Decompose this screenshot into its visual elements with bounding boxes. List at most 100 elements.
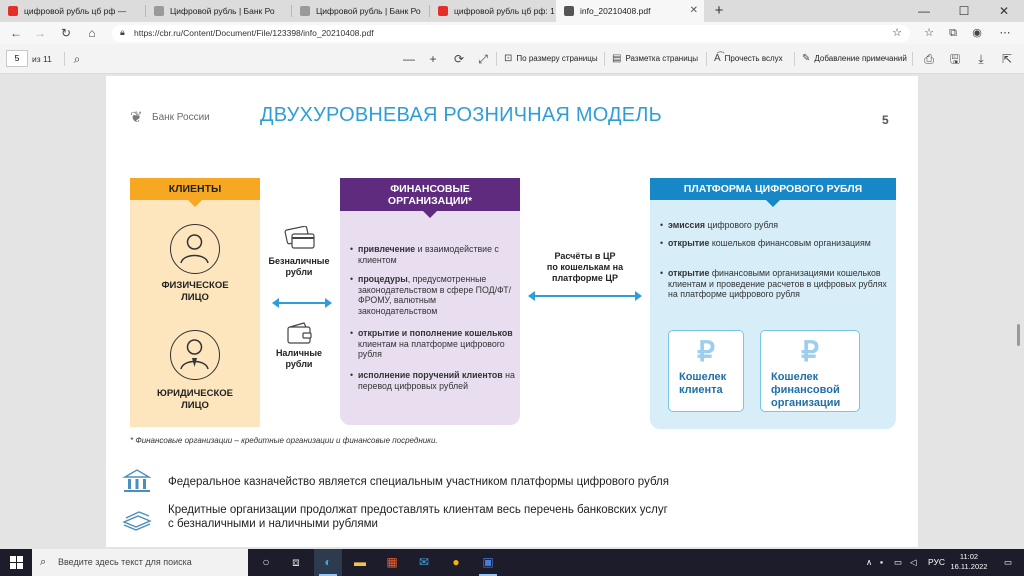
collections-icon[interactable]: ⧉ — [942, 22, 964, 44]
legal-entity-label: ЮРИДИЧЕСКОЕ ЛИЦО — [157, 388, 233, 411]
fit-page-icon: ⊡ — [504, 53, 513, 64]
read-aloud-button[interactable]: A͡ Прочесть вслух — [714, 44, 783, 74]
page-layout-icon: ▤ — [612, 53, 622, 64]
yandex-favicon-icon — [438, 6, 448, 16]
page-layout-button[interactable]: ▤ Разметка страницы — [612, 44, 698, 74]
profile-icon[interactable]: ◉ — [966, 22, 988, 44]
browser-tab-strip: цифровой рубль цб рф — Цифровой рубль | … — [0, 0, 1024, 22]
platform-item: эмиссия цифрового рубля — [660, 220, 890, 231]
explorer-app-icon[interactable]: ▬ — [346, 549, 374, 576]
page-number-input[interactable]: 5 — [6, 50, 28, 67]
finorg-header: ФИНАНСОВЫЕ ОРГАНИЗАЦИИ* — [340, 178, 520, 211]
clients-header: КЛИЕНТЫ — [130, 178, 260, 200]
onec-app-icon[interactable]: ● — [442, 549, 470, 576]
new-tab-button[interactable]: + — [708, 0, 730, 22]
bank-of-russia-logo: ❦ Банк России — [130, 109, 210, 126]
yandex-favicon-icon — [8, 6, 18, 16]
word-app-icon[interactable]: ▣ — [474, 549, 502, 576]
system-clock[interactable]: 11:02 16.11.2022 — [946, 552, 992, 572]
platform-item: открытие финансовыми организациями кошел… — [660, 268, 890, 300]
windows-taskbar: ⌕ Введите здесь текст для поиска ○ ⧈ ◐ ▬… — [0, 549, 1024, 576]
pin-toolbar-icon[interactable]: ⇱ — [998, 44, 1016, 74]
page-count: из 11 — [32, 54, 52, 64]
client-wallet-card: ₽ Кошелек клиента — [668, 330, 744, 412]
maximize-icon[interactable]: ☐ — [944, 0, 984, 22]
store-app-icon[interactable]: ▦ — [378, 549, 406, 576]
search-icon[interactable]: ⌕ — [68, 44, 86, 74]
mail-app-icon[interactable]: ✉ — [410, 549, 438, 576]
network-icon[interactable]: ▭ — [894, 549, 902, 576]
volume-icon[interactable]: ◁ — [910, 549, 917, 576]
credit-cards-icon — [284, 225, 316, 256]
more-menu-icon[interactable]: ⋯ — [994, 22, 1016, 44]
slide-page-number: 5 — [882, 113, 889, 127]
read-aloud-icon: A͡ — [714, 53, 721, 64]
taskbar-search[interactable]: ⌕ Введите здесь текст для поиска — [32, 549, 248, 576]
slide-title: ДВУХУРОВНЕВАЯ РОЗНИЧНАЯ МОДЕЛЬ — [260, 104, 662, 126]
tray-chevron-icon[interactable]: ∧ — [866, 549, 872, 576]
finorg-item: открытие и пополнение кошельков клиентам… — [350, 328, 516, 360]
add-notes-button[interactable]: ✎ Добавление примечаний — [802, 44, 907, 74]
browser-tab[interactable]: цифровой рубль цб рф — — [0, 0, 146, 22]
notifications-icon[interactable]: ▭ — [1004, 549, 1012, 576]
tab-title: цифровой рубль цб рф — — [24, 6, 127, 16]
cbr-favicon-icon — [154, 6, 164, 16]
ruble-icon: ₽ — [697, 336, 715, 367]
url-text: https://cbr.ru/Content/Document/File/123… — [134, 28, 374, 38]
edge-app-icon[interactable]: ◐ — [314, 549, 342, 576]
tray-app-icon[interactable]: ▪ — [880, 549, 883, 576]
close-window-icon[interactable]: ✕ — [984, 0, 1024, 22]
clients-finorg-arrow — [272, 298, 332, 308]
clients-column: КЛИЕНТЫ ФИЗИЧЕСКОЕ ЛИЦО ЮРИДИЧЕСКОЕ ЛИЦО — [130, 178, 260, 427]
settlement-label: Расчёты в ЦР по кошелькам на платформе Ц… — [546, 251, 624, 283]
forward-icon[interactable]: → — [28, 22, 52, 44]
legal-entity-person-icon — [170, 330, 220, 380]
fit-to-page-button[interactable]: ⊡ По размеру страницы — [504, 44, 598, 74]
zoom-in-button[interactable]: + — [424, 44, 442, 74]
close-tab-icon[interactable]: ✕ — [690, 0, 698, 22]
pdf-page: ❦ Банк России ДВУХУРОВНЕВАЯ РОЗНИЧНАЯ МО… — [106, 76, 918, 547]
zoom-out-button[interactable]: — — [400, 44, 418, 74]
print-icon[interactable]: ⎙ — [920, 44, 938, 74]
minimize-icon[interactable]: — — [904, 0, 944, 22]
pdf-viewer[interactable]: ❦ Банк России ДВУХУРОВНЕВАЯ РОЗНИЧНАЯ МО… — [0, 74, 1024, 549]
refresh-icon[interactable]: ↻ — [54, 22, 78, 44]
pen-icon: ✎ — [802, 53, 811, 64]
back-icon[interactable]: ← — [4, 22, 28, 44]
government-building-icon — [122, 468, 152, 500]
favorite-star-icon[interactable]: ☆ — [892, 25, 902, 42]
browser-tab[interactable]: Цифровой рубль | Банк Ро — [292, 0, 430, 22]
address-bar[interactable]: 🔒︎ https://cbr.ru/Content/Document/File/… — [112, 25, 910, 42]
browser-tab-active[interactable]: info_20210408.pdf ✕ — [556, 0, 704, 22]
tab-title: info_20210408.pdf — [580, 6, 651, 16]
pdf-toolbar: 5 из 11 ⌕ — + ⟳ ⤢ ⊡ По размеру страницы ▤… — [0, 44, 1024, 74]
cbr-favicon-icon — [300, 6, 310, 16]
cortana-icon[interactable]: ○ — [252, 549, 280, 576]
footnote: * Финансовые организации – кредитные орг… — [130, 436, 438, 445]
search-icon: ⌕ — [40, 556, 47, 568]
browser-tab[interactable]: Цифровой рубль | Банк Ро — [146, 0, 292, 22]
org-wallet-card: ₽ Кошелек финансовой организации — [760, 330, 860, 412]
save-as-icon[interactable]: ⤓ — [972, 44, 990, 74]
favorites-icon[interactable]: ☆ — [918, 22, 940, 44]
pdf-favicon-icon — [564, 6, 574, 16]
platform-header: ПЛАТФОРМА ЦИФРОВОГО РУБЛЯ — [650, 178, 896, 200]
browser-tab[interactable]: цифровой рубль цб рф: 1 — [430, 0, 554, 22]
fit-icon[interactable]: ⤢ — [474, 44, 492, 74]
finorg-platform-arrow — [528, 291, 642, 301]
scrollbar[interactable] — [1017, 324, 1020, 346]
finorg-item: процедуры, предусмотренные законодательс… — [350, 274, 516, 316]
individual-person-icon — [170, 224, 220, 274]
address-bar-row: ← → ↻ ⌂ 🔒︎ https://cbr.ru/Content/Docume… — [0, 22, 1024, 44]
org-wallet-label: Кошелек финансовой организации — [771, 371, 841, 409]
save-icon[interactable]: 🖫︎ — [946, 44, 964, 74]
credit-orgs-fact: Кредитные организации продолжат предоста… — [168, 504, 668, 530]
windows-start-icon[interactable] — [10, 556, 23, 569]
language-indicator[interactable]: РУС — [928, 549, 945, 576]
eagle-icon: ❦ — [130, 109, 143, 126]
cashless-label: Безналичные рубли — [268, 256, 330, 277]
ruble-icon: ₽ — [801, 336, 819, 367]
home-icon[interactable]: ⌂ — [80, 22, 104, 44]
rotate-icon[interactable]: ⟳ — [450, 44, 468, 74]
task-view-icon[interactable]: ⧈ — [282, 549, 310, 576]
